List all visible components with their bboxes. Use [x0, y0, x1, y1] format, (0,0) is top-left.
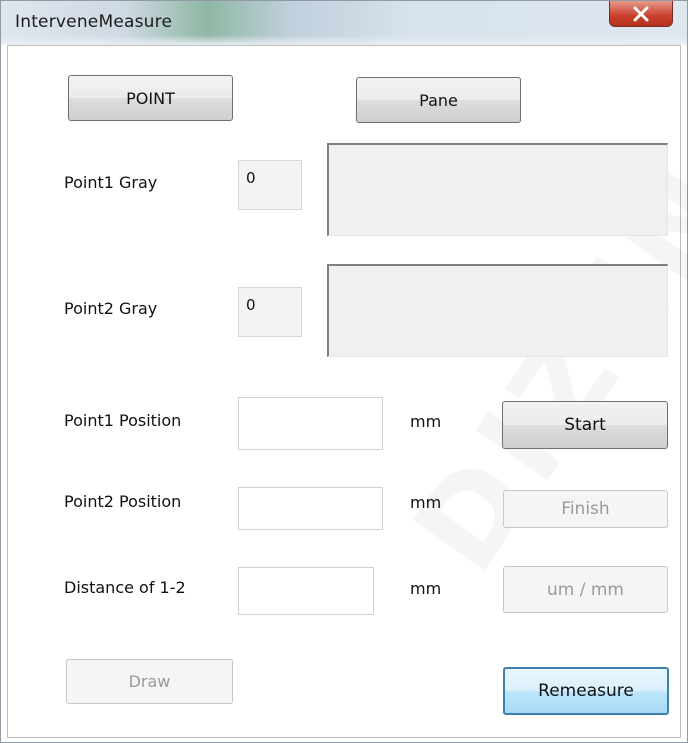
start-button[interactable]: Start [502, 401, 668, 449]
point2-position-label: Point2 Position [64, 492, 182, 511]
title-bar[interactable]: InterveneMeasure [1, 1, 687, 45]
point2-gray-value: 0 [238, 287, 302, 337]
remeasure-button[interactable]: Remeasure [503, 667, 669, 715]
client-area: DIZEN POINT Pane Point1 Gray 0 Point2 Gr… [7, 45, 681, 738]
point-button[interactable]: POINT [68, 75, 233, 121]
pane-button[interactable]: Pane [356, 77, 521, 123]
point1-gray-value: 0 [238, 160, 302, 210]
intervene-measure-window: InterveneMeasure DIZEN POINT Pane Point1… [0, 0, 688, 743]
window-title: InterveneMeasure [15, 12, 173, 32]
distance-unit: mm [410, 579, 442, 598]
point2-gray-label: Point2 Gray [64, 299, 158, 318]
point1-gray-display [327, 143, 668, 236]
point1-gray-label: Point1 Gray [64, 173, 158, 192]
point1-position-unit: mm [410, 412, 442, 431]
point2-gray-display [327, 264, 668, 357]
point2-position-unit: mm [410, 493, 442, 512]
distance-label: Distance of 1-2 [64, 578, 186, 597]
unit-toggle-button[interactable]: um / mm [503, 566, 668, 613]
point1-position-label: Point1 Position [64, 411, 182, 430]
close-icon [633, 6, 649, 21]
close-button[interactable] [609, 1, 673, 27]
draw-button[interactable]: Draw [66, 659, 233, 704]
distance-input[interactable] [238, 567, 374, 615]
point1-position-input[interactable] [238, 397, 383, 450]
point2-position-input[interactable] [238, 487, 383, 530]
finish-button[interactable]: Finish [503, 490, 668, 528]
